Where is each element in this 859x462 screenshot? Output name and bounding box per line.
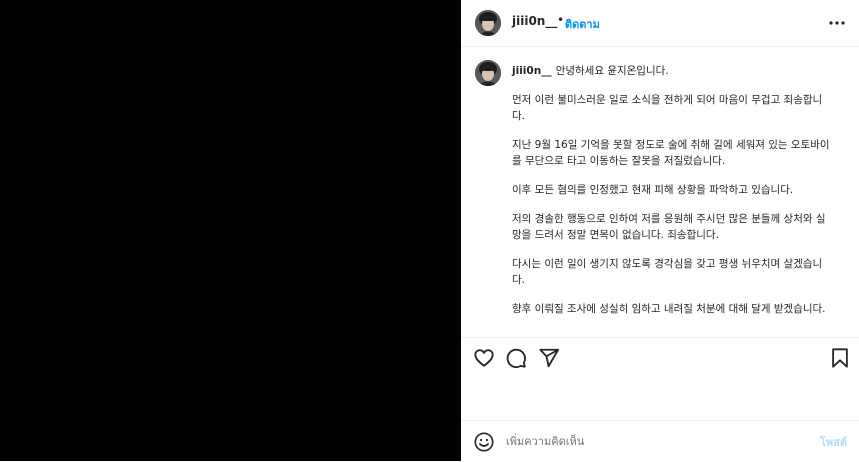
emoji-icon[interactable] [473, 431, 495, 453]
post-comment-button[interactable]: โพสต์ [820, 433, 847, 451]
caption-paragraph: 먼저 이런 불미스러운 일로 소식을 전하게 되어 마음이 무겁고 죄송합니다. [512, 94, 823, 122]
caption-paragraph: 향후 이뤄질 조사에 성실히 임하고 내려질 처분에 대해 달게 받겠습니다. [512, 303, 826, 315]
caption-paragraph: 지난 9월 16일 기억을 못할 정도로 술에 취해 길에 세워져 있는 오토바… [512, 139, 830, 167]
caption-text: jiii0n__ 안녕하세요 윤지온입니다. 먼저 이런 불미스러운 일로 소식을… [512, 63, 834, 317]
more-options-icon[interactable] [827, 13, 847, 33]
follow-button[interactable]: ติดตาม [565, 15, 600, 33]
author-avatar[interactable] [475, 10, 501, 36]
action-bar [461, 338, 859, 378]
caption-area[interactable]: jiii0n__ 안녕하세요 윤지온입니다. 먼저 이런 불미스러운 일로 소식을… [461, 47, 859, 336]
author-username[interactable]: jiii0n__ [512, 14, 557, 28]
caption-username[interactable]: jiii0n__ [512, 65, 552, 77]
paper-plane-icon[interactable] [538, 347, 560, 369]
post-side-panel: jiii0n__ • ติดตาม jiii0n__ 안녕하세요 윤지온입니다.… [461, 0, 859, 461]
separator-dot: • [557, 13, 565, 27]
caption-paragraph: jiii0n__ 안녕하세요 윤지온입니다. [512, 65, 669, 77]
heart-icon[interactable] [473, 347, 495, 369]
instagram-post-window: jiii0n__ • ติดตาม jiii0n__ 안녕하세요 윤지온입니다.… [0, 0, 859, 461]
caption-paragraph: 다시는 이런 일이 생기지 않도록 경각심을 갖고 평생 뉘우치며 살겠습니다. [512, 258, 823, 286]
post-media-black[interactable] [0, 0, 461, 461]
caption-paragraph: 저의 경솔한 행동으로 인하여 저를 응원해 주시던 많은 분들께 상처와 실망… [512, 213, 826, 241]
comment-input[interactable] [506, 431, 796, 451]
post-header: jiii0n__ • ติดตาม [461, 0, 859, 47]
bookmark-icon[interactable] [829, 347, 851, 369]
caption-paragraph: 이후 모든 혐의를 인정했고 현재 피해 상황을 파악하고 있습니다. [512, 184, 794, 196]
comment-icon[interactable] [505, 347, 527, 369]
caption-avatar[interactable] [475, 60, 501, 86]
comment-bar: โพสต์ [461, 420, 859, 462]
